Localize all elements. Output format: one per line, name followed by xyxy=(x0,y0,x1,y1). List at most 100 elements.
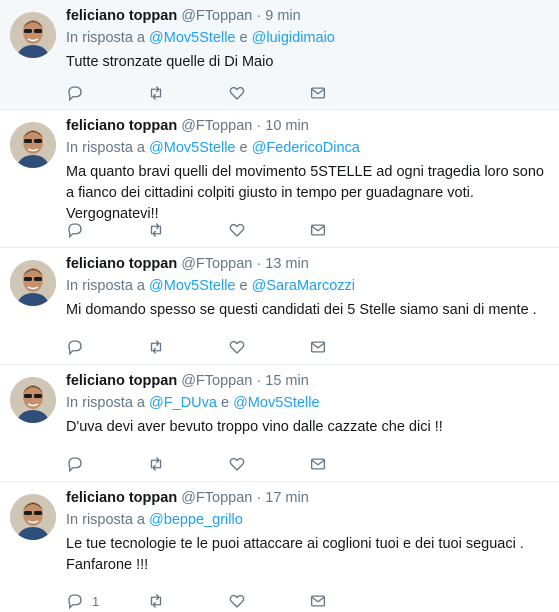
avatar-photo xyxy=(10,122,56,168)
reply-icon xyxy=(68,457,82,473)
direct-message-button[interactable] xyxy=(309,590,390,612)
like-button[interactable] xyxy=(228,453,309,475)
author-name[interactable]: feliciano toppan xyxy=(66,373,177,389)
reply-count: 1 xyxy=(92,593,100,609)
mention-link[interactable]: @Mov5Stelle xyxy=(149,30,235,46)
tweet-actions: 1 xyxy=(66,590,390,612)
reply-conjunction: e xyxy=(239,30,248,46)
author-handle[interactable]: @FToppan xyxy=(181,118,252,134)
direct-message-button[interactable] xyxy=(309,82,390,104)
avatar[interactable] xyxy=(10,12,56,58)
tweet-timeline: feliciano toppan @FToppan · 9 min In ris… xyxy=(0,0,559,610)
reply-button[interactable] xyxy=(66,82,147,104)
reply-context: In risposta a @Mov5Stelle e @SaraMarcozz… xyxy=(66,276,551,296)
retweet-icon xyxy=(150,594,162,608)
tweet-actions xyxy=(66,336,390,358)
reply-conjunction: e xyxy=(239,140,248,156)
mention-link[interactable]: @luigidimaio xyxy=(252,30,335,46)
like-button[interactable] xyxy=(228,82,309,104)
tweet[interactable]: feliciano toppan @FToppan · 10 min In ri… xyxy=(0,110,559,248)
mention-link[interactable]: @Mov5Stelle xyxy=(233,395,319,411)
author-handle[interactable]: @FToppan xyxy=(181,8,252,24)
like-button[interactable] xyxy=(228,219,309,241)
author-name[interactable]: feliciano toppan xyxy=(66,118,177,134)
reply-icon xyxy=(68,594,82,610)
reply-button[interactable] xyxy=(66,453,147,475)
avatar-photo xyxy=(10,12,56,58)
tweet[interactable]: feliciano toppan @FToppan · 9 min In ris… xyxy=(0,0,559,110)
like-icon xyxy=(229,594,245,608)
direct-message-button[interactable] xyxy=(309,336,390,358)
reply-context: In risposta a @beppe_grillo xyxy=(66,510,551,530)
direct-message-button[interactable] xyxy=(309,219,390,241)
reply-context: In risposta a @Mov5Stelle e @luigidimaio xyxy=(66,28,551,48)
like-icon xyxy=(229,86,245,100)
reply-prefix: In risposta a xyxy=(66,512,145,528)
retweet-button[interactable] xyxy=(147,219,228,241)
tweet[interactable]: feliciano toppan @FToppan · 15 min In ri… xyxy=(0,365,559,482)
mention-link[interactable]: @SaraMarcozzi xyxy=(252,278,355,294)
timestamp[interactable]: 10 min xyxy=(265,118,309,134)
retweet-button[interactable] xyxy=(147,453,228,475)
author-name[interactable]: feliciano toppan xyxy=(66,256,177,272)
author-name[interactable]: feliciano toppan xyxy=(66,8,177,24)
timestamp[interactable]: 9 min xyxy=(265,8,300,24)
mention-link[interactable]: @Mov5Stelle xyxy=(149,140,235,156)
separator-dot: · xyxy=(256,118,262,134)
reply-icon xyxy=(68,223,82,239)
reply-prefix: In risposta a xyxy=(66,30,145,46)
avatar[interactable] xyxy=(10,377,56,423)
mention-link[interactable]: @F_DUva xyxy=(149,395,217,411)
tweet-text: Ma quanto bravi quelli del movimento 5ST… xyxy=(66,164,544,222)
reply-prefix: In risposta a xyxy=(66,140,145,156)
retweet-button[interactable] xyxy=(147,590,228,612)
mention-link[interactable]: @FedericoDinca xyxy=(252,140,360,156)
direct-message-icon xyxy=(310,224,326,236)
tweet-text: Le tue tecnologie te le puoi attaccare a… xyxy=(66,536,524,573)
tweet-text: Tutte stronzate quelle di Di Maio xyxy=(66,54,274,70)
separator-dot: · xyxy=(256,8,262,24)
timestamp[interactable]: 15 min xyxy=(265,373,309,389)
reply-icon xyxy=(68,86,82,102)
mention-link[interactable]: @beppe_grillo xyxy=(149,512,243,528)
retweet-button[interactable] xyxy=(147,336,228,358)
author-handle[interactable]: @FToppan xyxy=(181,373,252,389)
separator-dot: · xyxy=(256,373,262,389)
avatar-photo xyxy=(10,260,56,306)
tweet-actions xyxy=(66,453,390,475)
like-button[interactable] xyxy=(228,590,309,612)
tweet-text: Mi domando spesso se questi candidati de… xyxy=(66,302,537,318)
retweet-icon xyxy=(150,457,162,471)
reply-context: In risposta a @F_DUva e @Mov5Stelle xyxy=(66,393,551,413)
like-icon xyxy=(229,223,245,237)
author-handle[interactable]: @FToppan xyxy=(181,256,252,272)
timestamp[interactable]: 17 min xyxy=(265,490,309,506)
avatar[interactable] xyxy=(10,122,56,168)
like-button[interactable] xyxy=(228,336,309,358)
avatar[interactable] xyxy=(10,494,56,540)
reply-context: In risposta a @Mov5Stelle e @FedericoDin… xyxy=(66,138,551,158)
timestamp[interactable]: 13 min xyxy=(265,256,309,272)
direct-message-button[interactable] xyxy=(309,453,390,475)
reply-prefix: In risposta a xyxy=(66,395,145,411)
avatar-photo xyxy=(10,377,56,423)
reply-conjunction: e xyxy=(239,278,248,294)
retweet-button[interactable] xyxy=(147,82,228,104)
tweet-text: D'uva devi aver bevuto troppo vino dalle… xyxy=(66,419,443,435)
tweet[interactable]: feliciano toppan @FToppan · 13 min In ri… xyxy=(0,248,559,365)
reply-conjunction: e xyxy=(220,395,230,411)
tweet-actions xyxy=(66,82,390,104)
reply-button[interactable]: 1 xyxy=(66,590,147,612)
author-name[interactable]: feliciano toppan xyxy=(66,490,177,506)
reply-button[interactable] xyxy=(66,336,147,358)
retweet-icon xyxy=(150,223,162,237)
retweet-icon xyxy=(150,86,162,100)
like-icon xyxy=(229,457,245,471)
avatar[interactable] xyxy=(10,260,56,306)
reply-button[interactable] xyxy=(66,219,147,241)
author-handle[interactable]: @FToppan xyxy=(181,490,252,506)
mention-link[interactable]: @Mov5Stelle xyxy=(149,278,235,294)
tweet[interactable]: feliciano toppan @FToppan · 17 min In ri… xyxy=(0,482,559,610)
separator-dot: · xyxy=(256,490,262,506)
tweet-actions xyxy=(66,219,390,241)
